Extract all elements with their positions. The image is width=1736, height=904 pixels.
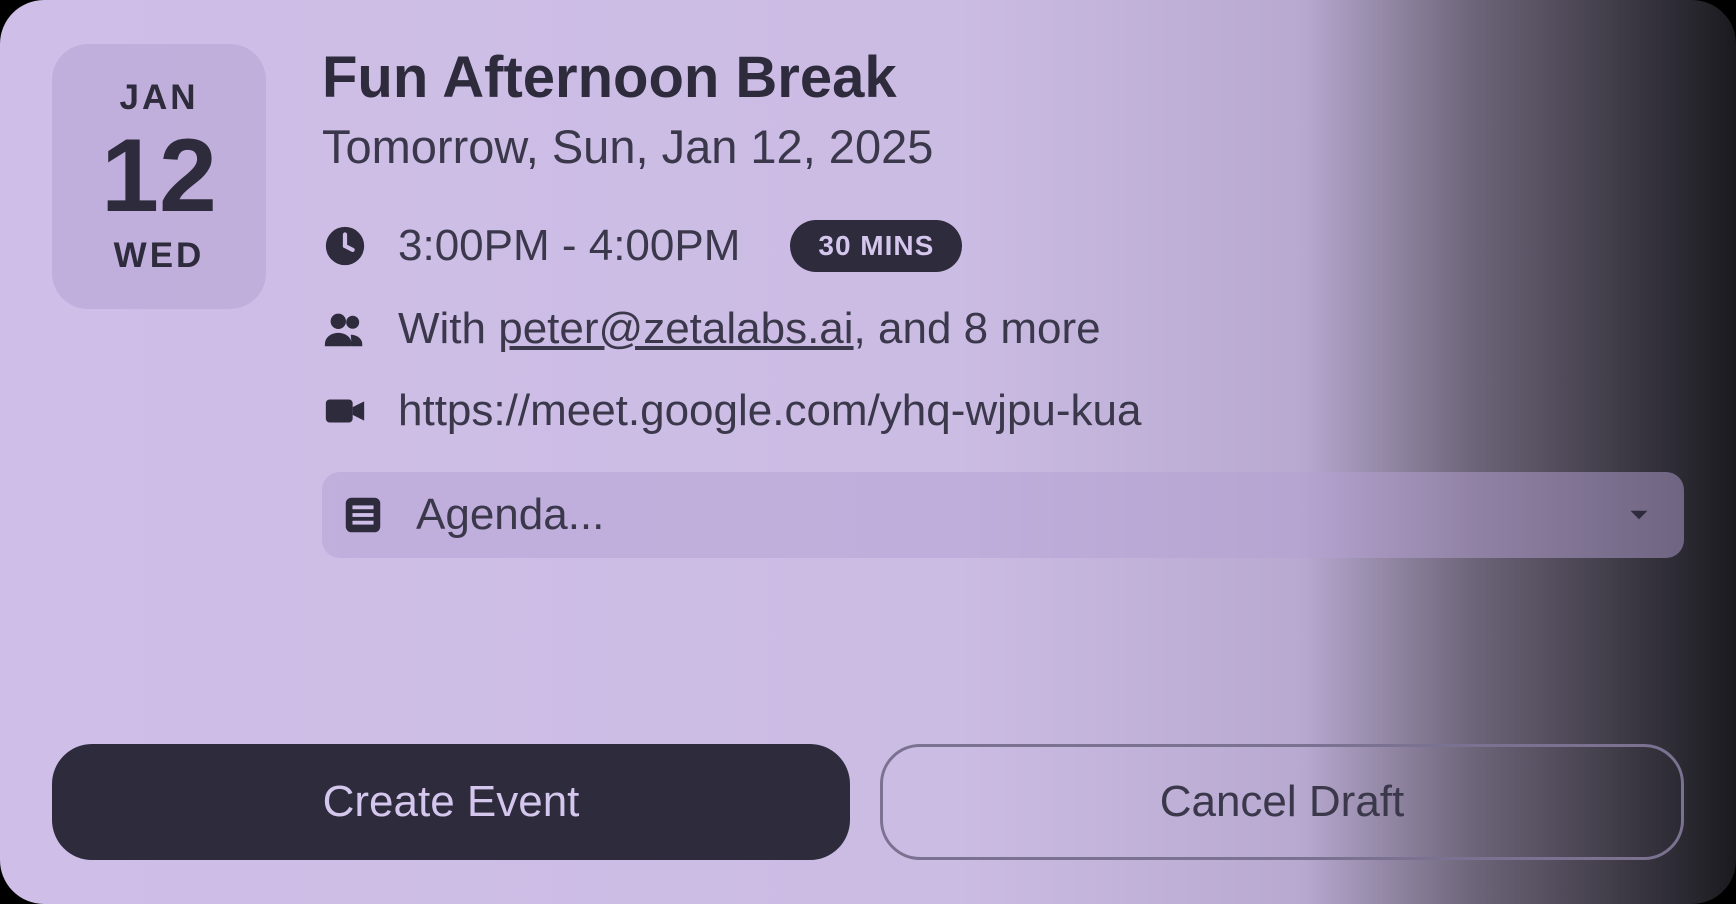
date-dow: WED bbox=[114, 236, 205, 276]
clock-icon bbox=[322, 223, 368, 269]
agenda-icon bbox=[340, 492, 386, 538]
agenda-placeholder: Agenda... bbox=[416, 490, 604, 540]
event-title: Fun Afternoon Break bbox=[322, 44, 1684, 111]
date-day: 12 bbox=[101, 124, 217, 228]
video-icon bbox=[322, 388, 368, 434]
chevron-down-icon bbox=[1622, 498, 1656, 532]
top-row: JAN 12 WED Fun Afternoon Break Tomorrow,… bbox=[52, 44, 1684, 706]
people-icon bbox=[322, 306, 368, 352]
attendees-suffix: , and 8 more bbox=[854, 304, 1101, 353]
attendees-row: With peter@zetalabs.ai, and 8 more bbox=[322, 304, 1684, 354]
date-month: JAN bbox=[119, 78, 198, 118]
time-text: 3:00PM - 4:00PM bbox=[398, 221, 740, 271]
meeting-link-row: https://meet.google.com/yhq-wjpu-kua bbox=[322, 386, 1684, 436]
event-card: JAN 12 WED Fun Afternoon Break Tomorrow,… bbox=[0, 0, 1736, 904]
cancel-draft-button[interactable]: Cancel Draft bbox=[880, 744, 1684, 860]
time-row: 3:00PM - 4:00PM 30 MINS bbox=[322, 220, 1684, 272]
agenda-row[interactable]: Agenda... bbox=[322, 472, 1684, 558]
duration-pill: 30 MINS bbox=[790, 220, 962, 272]
button-row: Create Event Cancel Draft bbox=[52, 744, 1684, 860]
date-badge: JAN 12 WED bbox=[52, 44, 266, 309]
event-content: Fun Afternoon Break Tomorrow, Sun, Jan 1… bbox=[322, 44, 1684, 706]
attendee-email-link[interactable]: peter@zetalabs.ai bbox=[498, 304, 853, 353]
attendees-prefix: With bbox=[398, 304, 498, 353]
meeting-link-text[interactable]: https://meet.google.com/yhq-wjpu-kua bbox=[398, 386, 1142, 436]
attendees-text: With peter@zetalabs.ai, and 8 more bbox=[398, 304, 1101, 354]
create-event-button[interactable]: Create Event bbox=[52, 744, 850, 860]
event-subtitle: Tomorrow, Sun, Jan 12, 2025 bbox=[322, 119, 1684, 174]
